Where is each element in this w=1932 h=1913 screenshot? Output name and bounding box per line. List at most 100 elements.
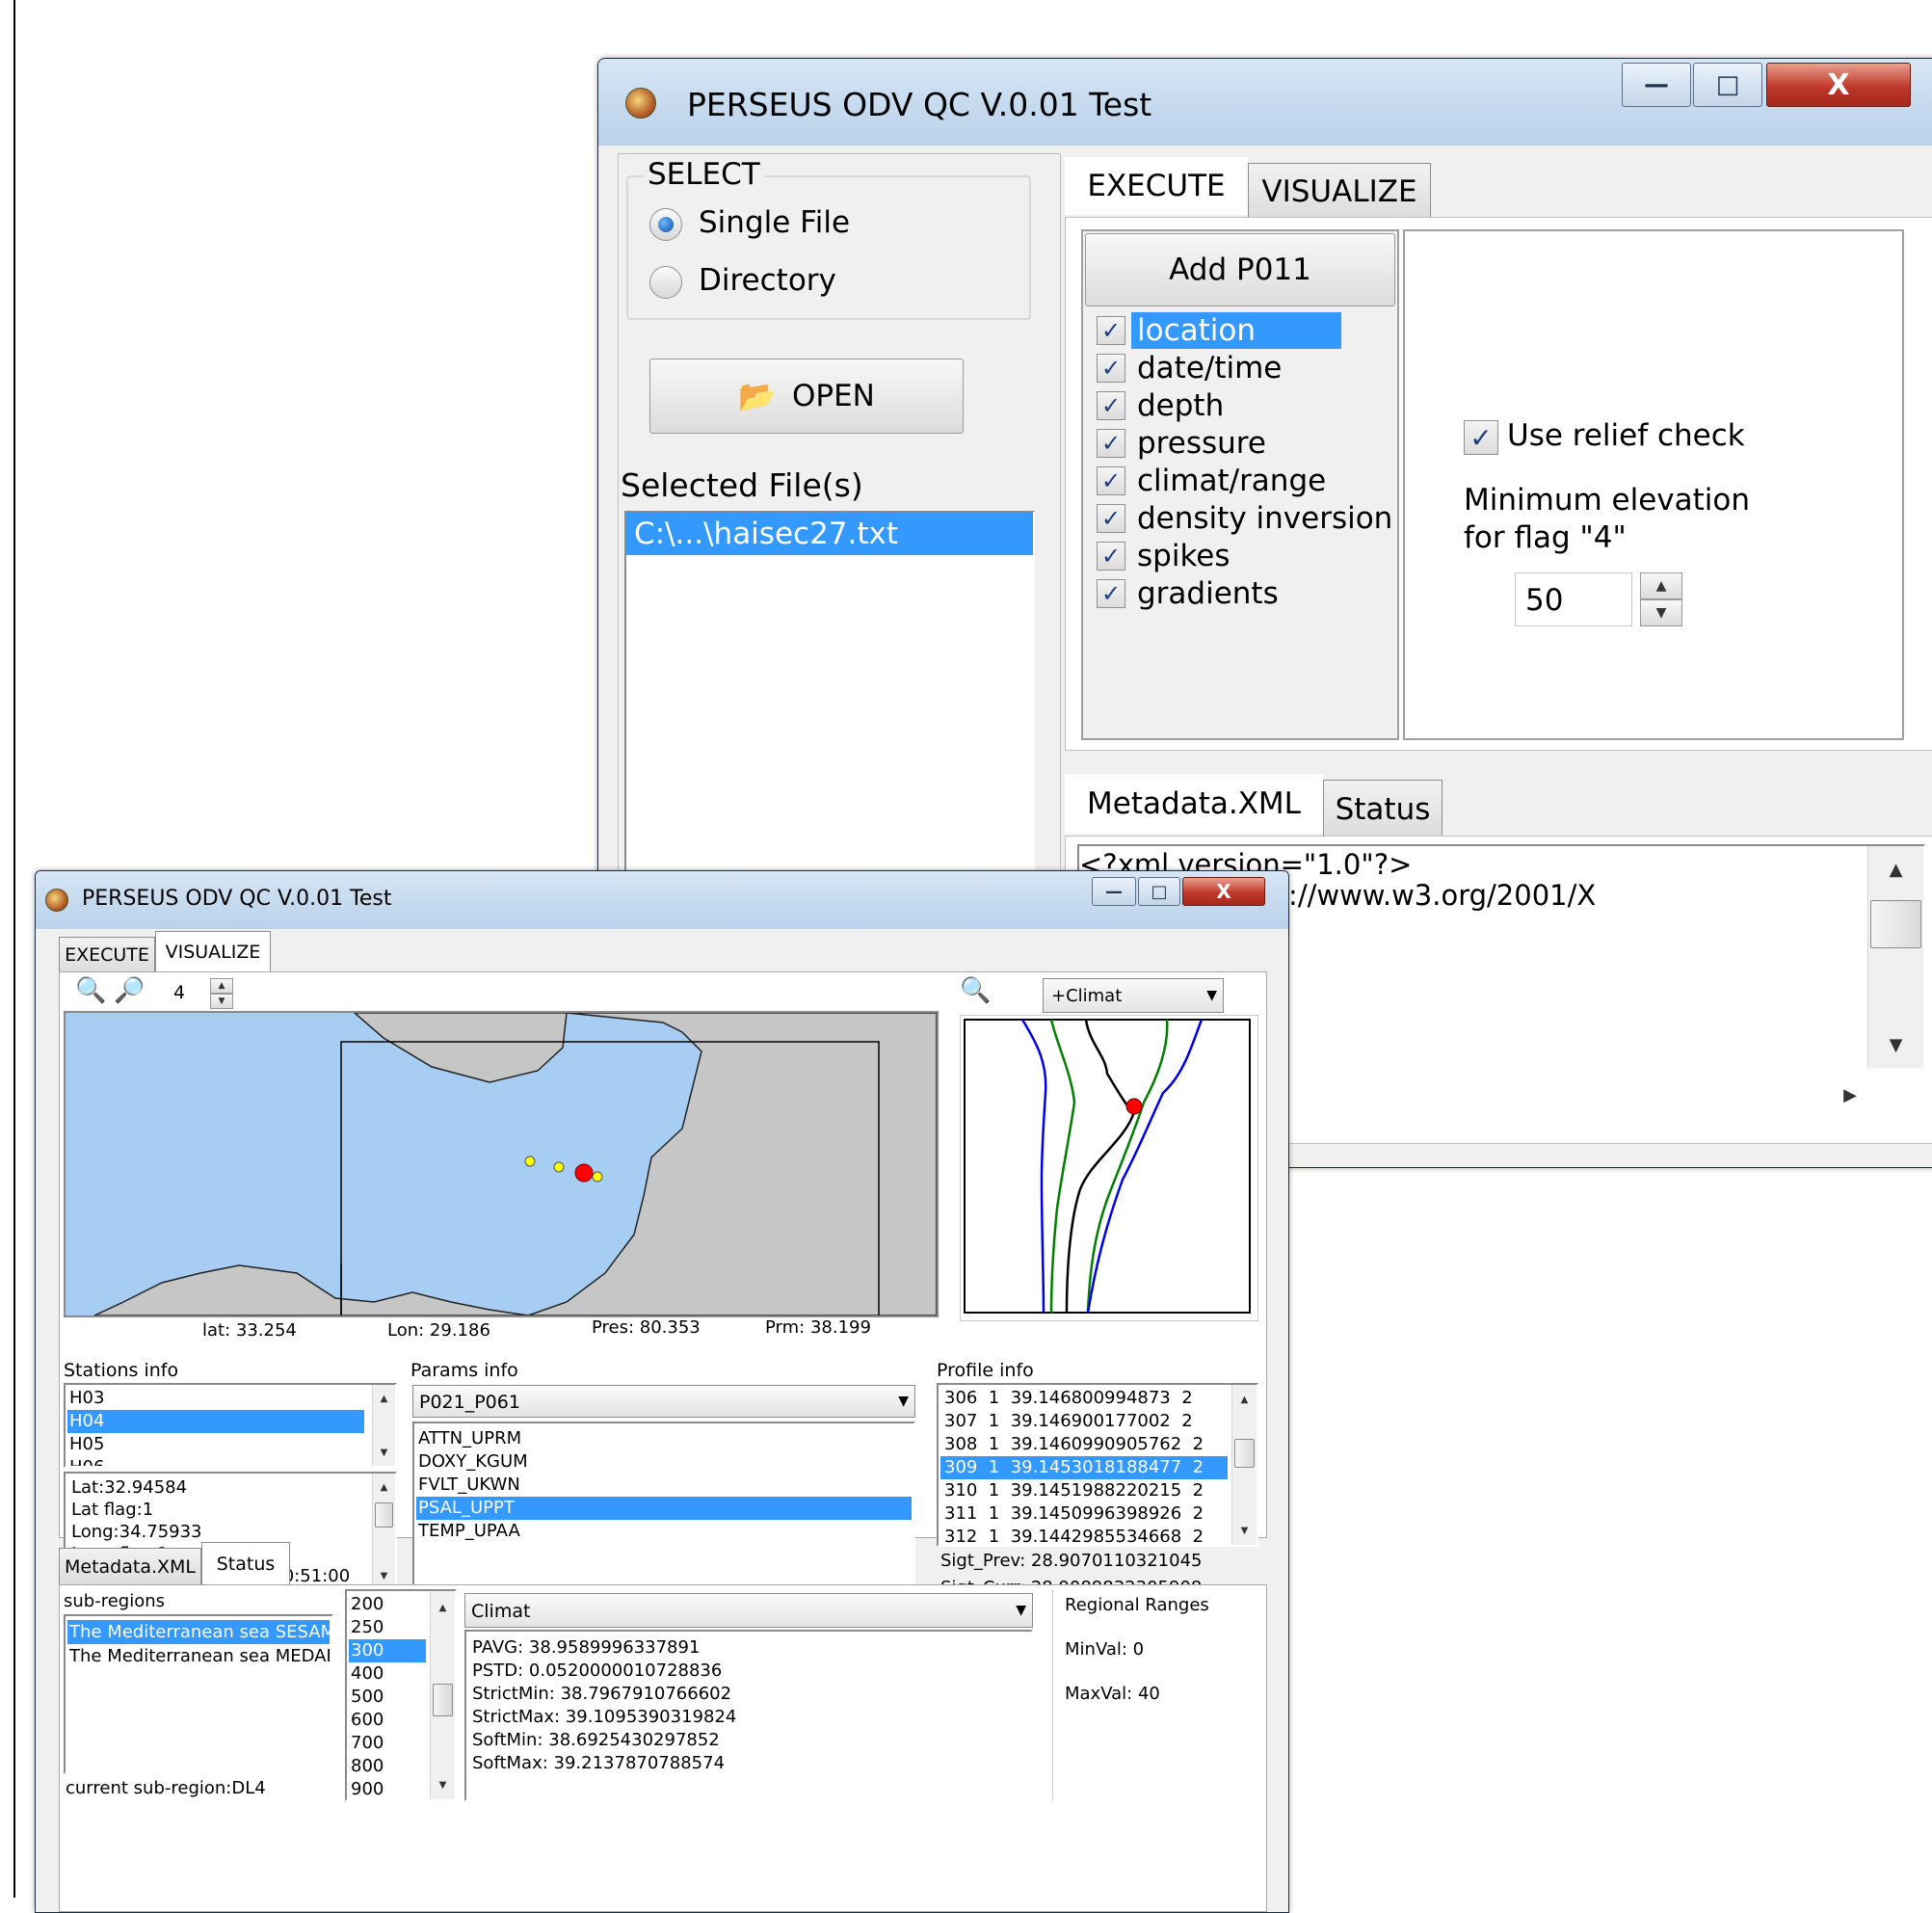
check-density-inversion-box[interactable]: ✓ bbox=[1097, 504, 1125, 533]
profile-scroll-down[interactable]: ▼ bbox=[1232, 1520, 1257, 1541]
directory-radio[interactable] bbox=[649, 266, 682, 299]
profile-scroll-up[interactable]: ▲ bbox=[1232, 1389, 1257, 1410]
spin-up-button[interactable]: ▲ bbox=[1640, 572, 1682, 599]
param-list-item[interactable]: FVLT_UKWN bbox=[416, 1474, 912, 1497]
param-list-item[interactable]: PSAL_UPPT bbox=[416, 1497, 912, 1520]
check-climat-range-box[interactable]: ✓ bbox=[1097, 466, 1125, 495]
check-label: gradients bbox=[1137, 576, 1279, 611]
depth-item[interactable]: 700 bbox=[349, 1732, 426, 1755]
zoom-spin-down[interactable]: ▼ bbox=[210, 994, 233, 1009]
subregions-list[interactable]: The Mediterranean sea SESAM The Mediterra… bbox=[64, 1614, 333, 1774]
check-spikes-box[interactable]: ✓ bbox=[1097, 542, 1125, 571]
depth-item[interactable]: 900 bbox=[349, 1778, 426, 1799]
profile-row[interactable]: 311 1 39.1450996398926 2 bbox=[940, 1502, 1228, 1526]
profile-plot[interactable] bbox=[960, 1015, 1258, 1321]
stations-scroll-down[interactable]: ▼ bbox=[373, 1443, 395, 1462]
depth-item[interactable]: 250 bbox=[349, 1616, 426, 1639]
check-depth-box[interactable]: ✓ bbox=[1097, 391, 1125, 420]
station-list-item[interactable]: H04 bbox=[67, 1410, 364, 1433]
profile-zoom-icon[interactable]: 🔍 bbox=[960, 976, 991, 1005]
subregion-item[interactable]: The Mediterranean sea MEDAR bbox=[67, 1644, 330, 1668]
front-tab-status[interactable]: Status bbox=[201, 1542, 290, 1584]
params-list[interactable]: ATTN_UPRM DOXY_KGUM FVLT_UKWN PSAL_UPPT TEMP… bbox=[412, 1421, 915, 1591]
map-svg bbox=[93, 1013, 937, 1315]
tab-visualize[interactable]: VISUALIZE bbox=[1248, 163, 1431, 219]
front-tab-metadata-xml[interactable]: Metadata.XML bbox=[59, 1548, 201, 1584]
subregion-item[interactable]: The Mediterranean sea SESAM bbox=[67, 1620, 330, 1644]
min-elevation-input[interactable]: 50 bbox=[1515, 572, 1632, 626]
profile-row[interactable]: 309 1 39.1453018188477 2 bbox=[940, 1456, 1228, 1479]
tab-metadata-xml[interactable]: Metadata.XML bbox=[1065, 774, 1323, 834]
profile-climat-combo[interactable]: +Climat ▼ bbox=[1043, 978, 1224, 1013]
front-titlebar[interactable]: PERSEUS ODV QC V.0.01 Test — □ X bbox=[36, 871, 1288, 929]
depth-item[interactable]: 600 bbox=[349, 1709, 426, 1732]
relief-checkbox[interactable]: ✓ bbox=[1464, 420, 1498, 455]
depth-item[interactable]: 200 bbox=[349, 1593, 426, 1616]
single-file-radio[interactable] bbox=[649, 208, 682, 241]
scroll-right-arrow[interactable]: ▶ bbox=[1831, 1076, 1869, 1114]
param-list-item[interactable]: TEMP_UPAA bbox=[416, 1520, 912, 1543]
front-tab-execute[interactable]: EXECUTE bbox=[59, 937, 155, 971]
selected-file-item[interactable]: C:\...\haisec27.txt bbox=[626, 513, 1033, 555]
tab-execute[interactable]: EXECUTE bbox=[1065, 157, 1248, 215]
check-date-time-box[interactable]: ✓ bbox=[1097, 354, 1125, 383]
profile-scrollbar[interactable]: ▲ ▼ bbox=[1231, 1385, 1257, 1545]
minimize-button[interactable]: — bbox=[1622, 63, 1691, 107]
profile-rows-list[interactable]: 306 1 39.146800994873 2 307 1 39.14690017… bbox=[937, 1383, 1258, 1547]
front-maximize-button[interactable]: □ bbox=[1138, 877, 1180, 906]
depth-scroll-up[interactable]: ▲ bbox=[431, 1597, 455, 1618]
zoom-level-value[interactable]: 4 bbox=[173, 982, 185, 1003]
profile-row[interactable]: 307 1 39.146900177002 2 bbox=[940, 1410, 1228, 1433]
details-scroll-down[interactable]: ▼ bbox=[373, 1566, 395, 1585]
depth-item[interactable]: 800 bbox=[349, 1755, 426, 1778]
details-scroll-up[interactable]: ▲ bbox=[373, 1477, 395, 1497]
stations-list[interactable]: H03 H04 H05 H06 ▲ ▼ bbox=[64, 1383, 397, 1468]
profile-row[interactable]: 310 1 39.1451988220215 2 bbox=[940, 1479, 1228, 1502]
front-close-button[interactable]: X bbox=[1182, 877, 1265, 906]
check-location-box[interactable]: ✓ bbox=[1097, 316, 1125, 345]
params-combo[interactable]: P021_P061 ▼ bbox=[412, 1385, 915, 1418]
back-titlebar[interactable]: PERSEUS ODV QC V.0.01 Test — □ X bbox=[598, 59, 1932, 146]
station-list-item[interactable]: H03 bbox=[67, 1387, 364, 1410]
open-button[interactable]: 📂 OPEN bbox=[649, 359, 964, 434]
zoom-spin-up[interactable]: ▲ bbox=[210, 978, 233, 994]
station-list-item[interactable]: H06 bbox=[67, 1456, 364, 1466]
climat-value-line: PSTD: 0.0520000010728836 bbox=[472, 1661, 723, 1681]
details-scrollbar[interactable]: ▲ ▼ bbox=[372, 1474, 395, 1589]
climat-combo[interactable]: Climat ▼ bbox=[464, 1593, 1033, 1628]
scroll-thumb[interactable] bbox=[1870, 900, 1921, 948]
profile-row[interactable]: 312 1 39.1442985534668 2 bbox=[940, 1526, 1228, 1545]
depth-item[interactable]: 500 bbox=[349, 1686, 426, 1709]
depth-scroll-down[interactable]: ▼ bbox=[431, 1774, 455, 1795]
stations-scroll-up[interactable]: ▲ bbox=[373, 1389, 395, 1408]
check-pressure-box[interactable]: ✓ bbox=[1097, 429, 1125, 458]
front-tab-visualize[interactable]: VISUALIZE bbox=[155, 931, 271, 971]
station-list-item[interactable]: H05 bbox=[67, 1433, 364, 1456]
param-list-item[interactable]: DOXY_KGUM bbox=[416, 1450, 912, 1474]
scroll-up-arrow[interactable]: ▲ bbox=[1868, 850, 1923, 889]
maximize-button[interactable]: □ bbox=[1693, 63, 1762, 107]
scroll-down-arrow[interactable]: ▼ bbox=[1868, 1025, 1923, 1064]
map-view[interactable] bbox=[64, 1011, 939, 1317]
profile-row[interactable]: 306 1 39.146800994873 2 bbox=[940, 1387, 1228, 1410]
close-button[interactable]: X bbox=[1766, 63, 1911, 107]
check-gradients-box[interactable]: ✓ bbox=[1097, 579, 1125, 608]
zoom-out-icon[interactable]: 🔎 bbox=[114, 976, 145, 1005]
xml-vscrollbar[interactable]: ▲ ▼ bbox=[1867, 846, 1923, 1068]
depth-scrollbar[interactable]: ▲ ▼ bbox=[430, 1591, 455, 1799]
depth-list[interactable]: 200 250 300 400 500 600 700 800 900 ▲ ▼ bbox=[345, 1589, 457, 1801]
depth-scroll-thumb[interactable] bbox=[433, 1684, 453, 1716]
profile-scroll-thumb[interactable] bbox=[1234, 1439, 1255, 1468]
zoom-in-icon[interactable]: 🔍 bbox=[75, 976, 106, 1005]
depth-item[interactable]: 300 bbox=[349, 1639, 426, 1662]
climat-chevron-down-icon: ▼ bbox=[1016, 1603, 1026, 1618]
front-minimize-button[interactable]: — bbox=[1092, 877, 1136, 906]
profile-row[interactable]: 308 1 39.1460990905762 2 bbox=[940, 1433, 1228, 1456]
depth-item[interactable]: 400 bbox=[349, 1662, 426, 1686]
param-list-item[interactable]: ATTN_UPRM bbox=[416, 1427, 912, 1450]
spin-down-button[interactable]: ▼ bbox=[1640, 599, 1682, 626]
stations-scrollbar[interactable]: ▲ ▼ bbox=[372, 1385, 395, 1466]
add-p011-button[interactable]: Add P011 bbox=[1085, 233, 1395, 306]
details-scroll-thumb[interactable] bbox=[375, 1502, 393, 1528]
tab-status[interactable]: Status bbox=[1323, 780, 1442, 837]
